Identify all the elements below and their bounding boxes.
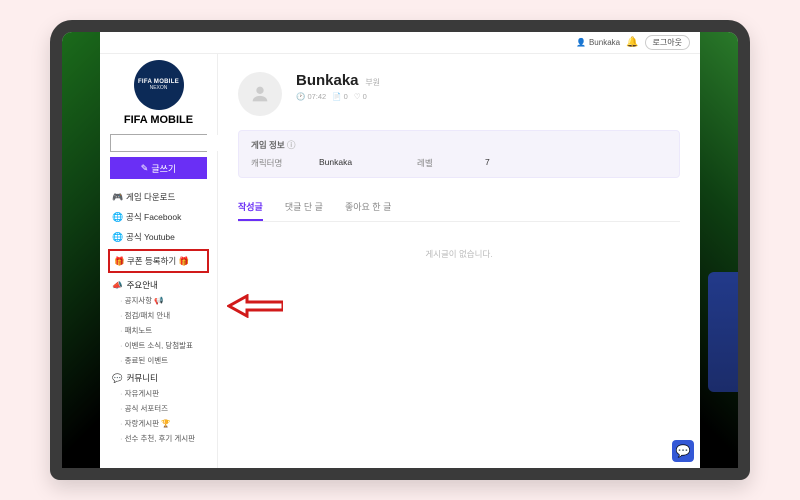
chat-icon: 💬 (112, 373, 123, 384)
globe-icon: 🌐 (112, 212, 122, 223)
search-box[interactable]: 🔍 (110, 134, 207, 152)
empty-message: 게시글이 없습니다. (238, 248, 680, 260)
notice-item[interactable]: 공지사항 📢 (110, 293, 207, 308)
top-header: 👤 Bunkaka 🔔 로그아웃 (100, 32, 700, 54)
pencil-icon: ✎ (141, 163, 149, 174)
community-item[interactable]: 공식 서포터즈 (110, 401, 207, 416)
bell-icon[interactable]: 🔔 (626, 37, 638, 48)
header-user[interactable]: 👤 Bunkaka (576, 38, 620, 47)
level-value: 7 (485, 157, 555, 169)
notice-item[interactable]: 이벤트 소식, 당첨발표 (110, 338, 207, 353)
main-content: Bunkaka 부원 🕐 07:42 📄 0 ♡ 0 게임 정보 ⓘ 캐릭터명 … (218, 54, 700, 468)
megaphone-icon: 📣 (112, 280, 123, 291)
notice-item[interactable]: 패치노트 (110, 323, 207, 338)
post-tabs: 작성글 댓글 단 글 좋아요 한 글 (238, 194, 680, 222)
nav-download[interactable]: 🎮게임 다운로드 (110, 187, 207, 207)
game-info-card: 게임 정보 ⓘ 캐릭터명 Bunkaka 레벨 7 (238, 130, 680, 178)
screen: 👤 Bunkaka 🔔 로그아웃 FIFA MOBILE NEXON FIFA … (62, 32, 738, 468)
app-title: FIFA MOBILE (124, 114, 193, 126)
clock-icon: 🕐 07:42 (296, 92, 326, 101)
annotation-arrow (227, 294, 283, 318)
community-item[interactable]: 자랑게시판 🏆 (110, 416, 207, 431)
level-label: 레벨 (417, 157, 457, 169)
nav-facebook[interactable]: 🌐공식 Facebook (110, 207, 207, 227)
gamepad-icon: 🎮 (112, 192, 122, 203)
likes-count: ♡ 0 (354, 92, 367, 101)
char-value: Bunkaka (319, 157, 389, 169)
wallpaper-left (62, 32, 100, 468)
section-community: 💬커뮤니티 (110, 368, 207, 386)
community-item[interactable]: 선수 추천, 후기 게시판 (110, 431, 207, 446)
sidebar-nav: 🎮게임 다운로드 🌐공식 Facebook 🌐공식 Youtube 🎁 쿠폰 등… (110, 187, 207, 446)
tab-comments[interactable]: 댓글 단 글 (285, 194, 323, 221)
write-post-button[interactable]: ✎ 글쓰기 (110, 157, 207, 179)
notice-item[interactable]: 점검/패치 안내 (110, 308, 207, 323)
char-label: 캐릭터명 (251, 157, 291, 169)
logout-button[interactable]: 로그아웃 (645, 35, 690, 50)
info-icon[interactable]: ⓘ (287, 140, 296, 150)
tab-posts[interactable]: 작성글 (238, 194, 263, 221)
search-input[interactable] (111, 135, 227, 151)
globe-icon: 🌐 (112, 232, 122, 243)
posts-count: 📄 0 (332, 92, 348, 101)
header-username: Bunkaka (589, 38, 620, 47)
sidebar: FIFA MOBILE NEXON FIFA MOBILE 🔍 ✎ 글쓰기 🎮게… (100, 54, 218, 468)
tab-liked[interactable]: 좋아요 한 글 (345, 194, 391, 221)
chat-widget-button[interactable]: 💬 (672, 440, 694, 462)
profile-name: Bunkaka (296, 72, 359, 89)
user-icon: 👤 (576, 38, 586, 47)
nav-youtube[interactable]: 🌐공식 Youtube (110, 227, 207, 247)
nav-coupon-highlighted[interactable]: 🎁 쿠폰 등록하기 🎁 (108, 249, 209, 273)
community-item[interactable]: 자유게시판 (110, 386, 207, 401)
profile-rank: 부원 (365, 78, 380, 87)
avatar (238, 72, 282, 116)
profile-header: Bunkaka 부원 🕐 07:42 📄 0 ♡ 0 (238, 72, 680, 116)
notice-item[interactable]: 종료된 이벤트 (110, 353, 207, 368)
laptop-frame: 👤 Bunkaka 🔔 로그아웃 FIFA MOBILE NEXON FIFA … (50, 20, 750, 480)
wallpaper-right (700, 32, 738, 468)
app-logo[interactable]: FIFA MOBILE NEXON (134, 60, 184, 110)
section-notice: 📣주요안내 (110, 275, 207, 293)
